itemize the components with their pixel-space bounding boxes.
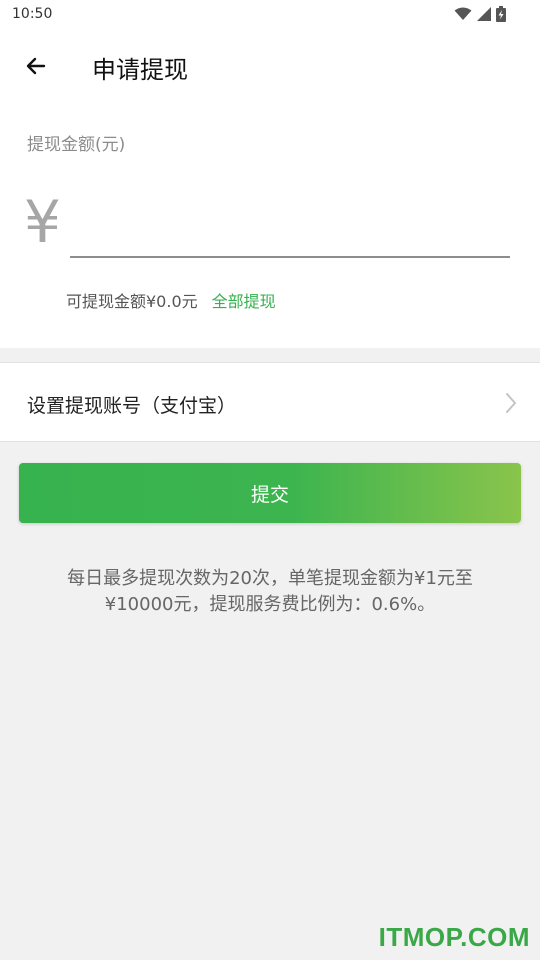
back-button[interactable] — [16, 46, 56, 86]
set-account-row[interactable]: 设置提现账号（支付宝） — [0, 362, 540, 442]
site-watermark: ITMOP.COM — [378, 922, 530, 952]
status-icons — [454, 6, 506, 22]
submit-button[interactable]: 提交 — [19, 463, 521, 523]
chevron-right-icon — [506, 393, 516, 413]
page-title: 申请提现 — [92, 56, 188, 84]
available-row: 可提现金额¥0.0元 全部提现 — [66, 288, 276, 312]
withdraw-rules-notice: 每日最多提现次数为20次，单笔提现金额为¥1元至¥10000元，提现服务费比例为… — [67, 568, 473, 615]
amount-label: 提现金额(元) — [27, 135, 126, 155]
withdraw-all-link[interactable]: 全部提现 — [212, 288, 276, 312]
set-account-label: 设置提现账号（支付宝） — [27, 395, 237, 417]
wifi-icon — [454, 7, 472, 20]
currency-symbol: ¥ — [24, 188, 61, 256]
top-app-bar: 申请提现 — [0, 30, 540, 102]
available-amount-text: 可提现金额¥0.0元 — [66, 292, 198, 311]
status-time: 10:50 — [12, 6, 53, 22]
arrow-left-icon — [26, 57, 46, 75]
signal-icon — [477, 7, 491, 21]
amount-card: 提现金额(元) ¥ 可提现金额¥0.0元 全部提现 — [0, 102, 540, 348]
battery-charging-icon — [496, 6, 506, 22]
amount-input[interactable] — [70, 206, 510, 258]
status-bar: 10:50 — [0, 0, 540, 30]
